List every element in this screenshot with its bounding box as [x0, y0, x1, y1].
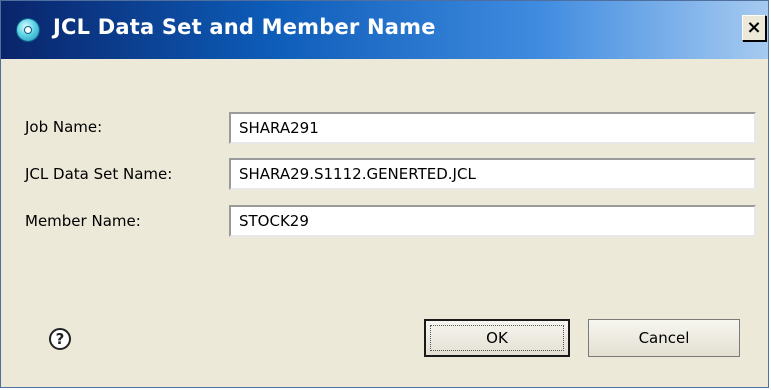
job-name-label: Job Name:: [25, 118, 103, 136]
close-button[interactable]: ×: [742, 15, 766, 41]
help-glyph: ?: [55, 330, 65, 348]
dialog-window: JCL Data Set and Member Name × Job Name:…: [0, 0, 769, 388]
member-name-label: Member Name:: [25, 212, 141, 230]
dialog-title: JCL Data Set and Member Name: [53, 15, 436, 39]
jcl-data-set-name-input[interactable]: [229, 158, 756, 190]
title-bar[interactable]: JCL Data Set and Member Name ×: [1, 1, 768, 59]
cancel-button[interactable]: Cancel: [588, 319, 740, 357]
focus-ring: [430, 325, 564, 351]
job-name-input[interactable]: [229, 112, 756, 144]
jcl-data-set-name-label: JCL Data Set Name:: [25, 165, 173, 183]
dialog-app-icon: [17, 19, 39, 41]
ok-button[interactable]: OK: [424, 319, 570, 357]
member-name-input[interactable]: [229, 205, 756, 237]
cancel-button-label: Cancel: [638, 329, 690, 347]
close-icon: ×: [746, 17, 762, 38]
help-icon[interactable]: ?: [49, 328, 71, 350]
